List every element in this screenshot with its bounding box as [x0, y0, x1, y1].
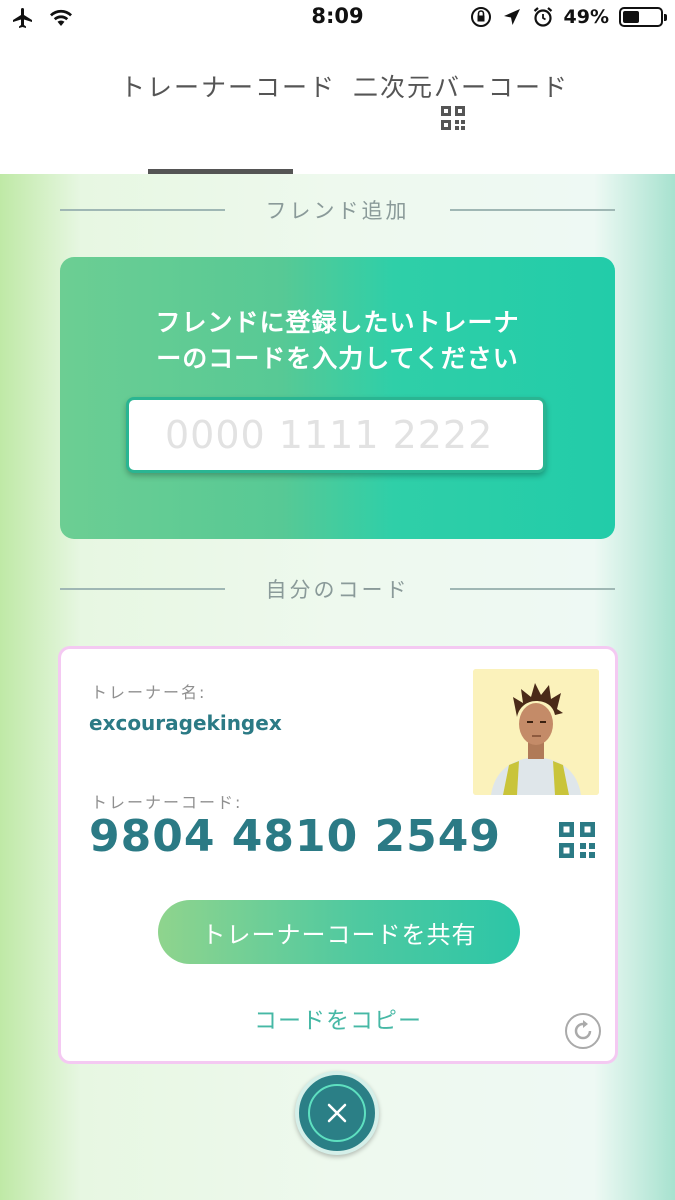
tab-qr-code[interactable]: 二次元バーコード	[353, 68, 569, 104]
qr-code-icon[interactable]	[559, 822, 595, 858]
trainer-name-label: トレーナー名:	[91, 683, 207, 702]
trainer-avatar-image	[473, 669, 599, 795]
friend-add-divider: フレンド追加	[60, 195, 615, 225]
friend-add-card: フレンドに登録したいトレーナ ーのコードを入力してください	[60, 257, 615, 539]
status-bar: 8:09 49%	[0, 0, 675, 38]
friend-add-instructions: フレンドに登録したいトレーナ ーのコードを入力してください	[60, 305, 615, 377]
instructions-line-2: ーのコードを入力してください	[156, 344, 519, 373]
friend-code-input[interactable]	[126, 397, 546, 473]
qr-code-icon[interactable]	[441, 106, 465, 130]
battery-percent: 49%	[563, 6, 609, 28]
tab-header: トレーナーコード 二次元バーコード	[0, 38, 675, 174]
divider-line	[450, 588, 615, 590]
tab-trainer-code[interactable]: トレーナーコード	[120, 68, 336, 104]
avatar	[473, 669, 599, 795]
location-arrow-icon	[503, 9, 520, 25]
my-code-divider: 自分のコード	[60, 574, 615, 604]
orientation-lock-icon	[470, 7, 491, 27]
battery-fill	[623, 11, 639, 23]
active-tab-indicator	[148, 169, 293, 174]
refresh-icon[interactable]	[564, 1012, 602, 1050]
close-icon	[327, 1103, 347, 1123]
alarm-icon	[533, 7, 552, 27]
instructions-line-1: フレンドに登録したいトレーナ	[155, 308, 520, 337]
battery-icon	[619, 7, 667, 27]
trainer-code: 9804 4810 2549	[89, 811, 502, 862]
copy-code-link[interactable]: コードをコピー	[61, 1001, 615, 1035]
my-code-card: トレーナー名: excouragekingex トレーナーコード: 9804 4…	[58, 646, 618, 1064]
share-trainer-code-button[interactable]: トレーナーコードを共有	[158, 900, 520, 964]
trainer-name: excouragekingex	[89, 711, 282, 735]
divider-line	[450, 209, 615, 211]
trainer-code-label: トレーナーコード:	[91, 793, 243, 812]
close-button[interactable]	[295, 1071, 379, 1155]
